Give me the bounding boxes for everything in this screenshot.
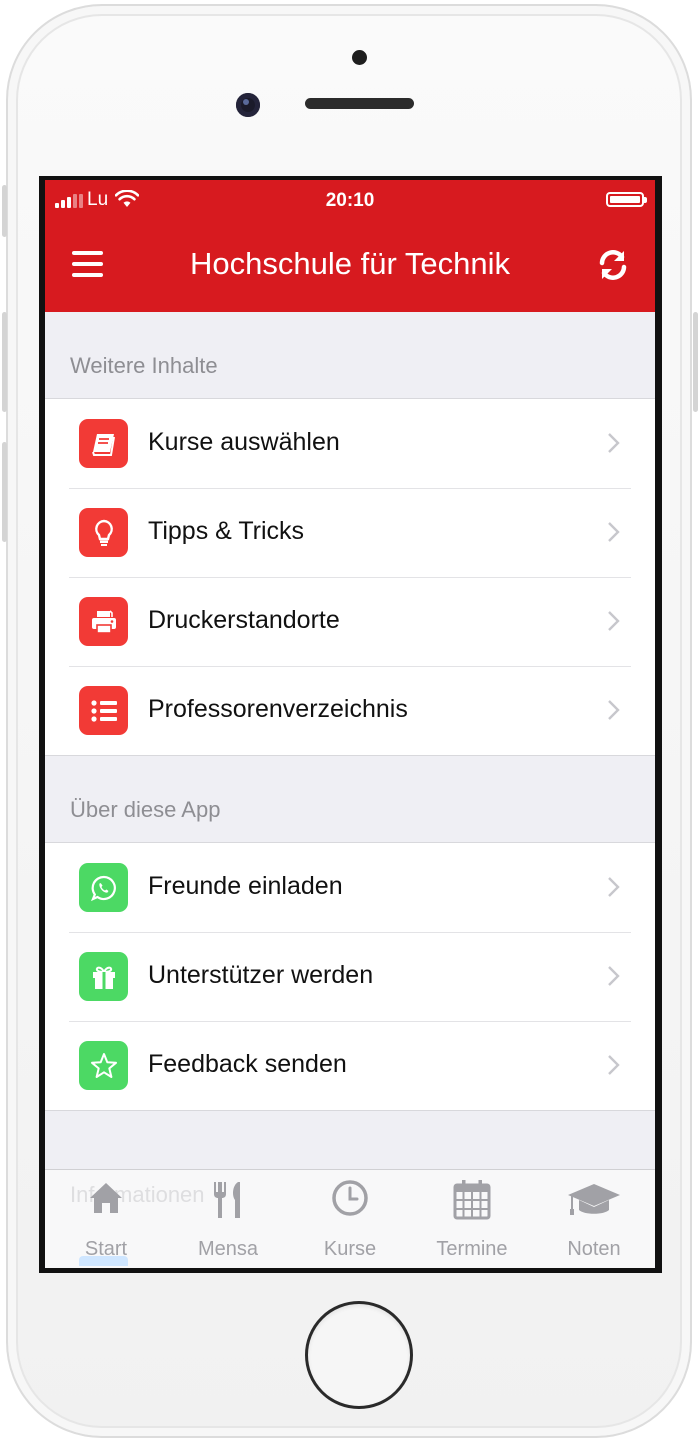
chevron-right-icon <box>608 433 620 453</box>
page-title: Hochschule für Technik <box>190 246 510 281</box>
chevron-right-icon <box>608 877 620 897</box>
tab-label: Mensa <box>197 1238 259 1260</box>
home-icon <box>90 1183 122 1213</box>
proximity-sensor <box>352 50 367 65</box>
tab-bar: Informationen Start Mensa Kurse Termine … <box>45 1169 655 1268</box>
tab-label: Termine <box>436 1238 508 1260</box>
list-item-druckerstandorte[interactable]: Druckerstandorte <box>45 577 655 666</box>
list-item-unterstuetzer-werden[interactable]: Unterstützer werden <box>45 932 655 1021</box>
settings-list: Weitere Inhalte Kurse auswählen Tipps & … <box>45 312 655 1111</box>
screen-bezel: Lu 20:10 Hochschule für Technik Weitere … <box>39 176 662 1273</box>
volume-up-button <box>2 312 7 412</box>
list-item-tipps-tricks[interactable]: Tipps & Tricks <box>45 488 655 577</box>
list-item-kurse-auswaehlen[interactable]: Kurse auswählen <box>45 399 655 488</box>
calendar-icon <box>453 1180 491 1220</box>
tab-start[interactable]: Start <box>45 1178 167 1264</box>
tab-kurse[interactable]: Kurse <box>289 1178 411 1264</box>
group-ueber-diese-app: Freunde einladen Unterstützer werden Fee… <box>45 842 655 1111</box>
list-icon <box>79 686 128 735</box>
list-item-freunde-einladen[interactable]: Freunde einladen <box>45 843 655 932</box>
refresh-button[interactable] <box>597 248 629 282</box>
group-weitere-inhalte: Kurse auswählen Tipps & Tricks Druckerst… <box>45 398 655 756</box>
volume-down-button <box>2 442 7 542</box>
chevron-right-icon <box>608 611 620 631</box>
book-icon <box>79 419 128 468</box>
tab-mensa[interactable]: Mensa <box>167 1178 289 1264</box>
section-header-ueber-diese-app: Über diese App <box>70 797 221 822</box>
tab-label: Noten <box>567 1238 621 1260</box>
chevron-right-icon <box>608 522 620 542</box>
list-item-label: Unterstützer werden <box>148 961 374 989</box>
whatsapp-icon <box>79 863 128 912</box>
list-item-label: Tipps & Tricks <box>148 517 305 545</box>
list-item-feedback-senden[interactable]: Feedback senden <box>45 1021 655 1110</box>
home-button[interactable] <box>305 1301 413 1409</box>
navigation-bar: Hochschule für Technik <box>45 220 655 312</box>
section-header-weitere-inhalte: Weitere Inhalte <box>70 353 218 378</box>
list-item-label: Druckerstandorte <box>148 606 340 634</box>
display: Lu 20:10 Hochschule für Technik Weitere … <box>45 180 655 1268</box>
status-bar: Lu 20:10 <box>45 180 655 220</box>
list-item-label: Feedback senden <box>148 1050 347 1078</box>
chevron-right-icon <box>608 1055 620 1075</box>
list-item-label: Professorenverzeichnis <box>148 695 408 723</box>
tab-label: Kurse <box>323 1238 377 1260</box>
clock-icon <box>332 1180 368 1216</box>
power-button <box>693 312 698 412</box>
battery-icon <box>606 192 647 207</box>
tab-label: Start <box>84 1238 128 1260</box>
chevron-right-icon <box>608 966 620 986</box>
lightbulb-icon <box>79 508 128 557</box>
list-item-professorenverzeichnis[interactable]: Professorenverzeichnis <box>45 666 655 755</box>
list-item-label: Freunde einladen <box>148 872 343 900</box>
tab-termine[interactable]: Termine <box>411 1178 533 1264</box>
earpiece-speaker <box>305 98 414 109</box>
star-icon <box>79 1041 128 1090</box>
mute-switch <box>2 185 7 237</box>
clock: 20:10 <box>325 190 375 211</box>
graduation-cap-icon <box>568 1184 620 1215</box>
chevron-right-icon <box>608 700 620 720</box>
list-item-label: Kurse auswählen <box>148 428 340 456</box>
front-camera <box>236 93 260 117</box>
fork-knife-icon <box>214 1182 240 1218</box>
gift-icon <box>79 952 128 1001</box>
tab-noten[interactable]: Noten <box>533 1178 655 1264</box>
printer-icon <box>79 597 128 646</box>
